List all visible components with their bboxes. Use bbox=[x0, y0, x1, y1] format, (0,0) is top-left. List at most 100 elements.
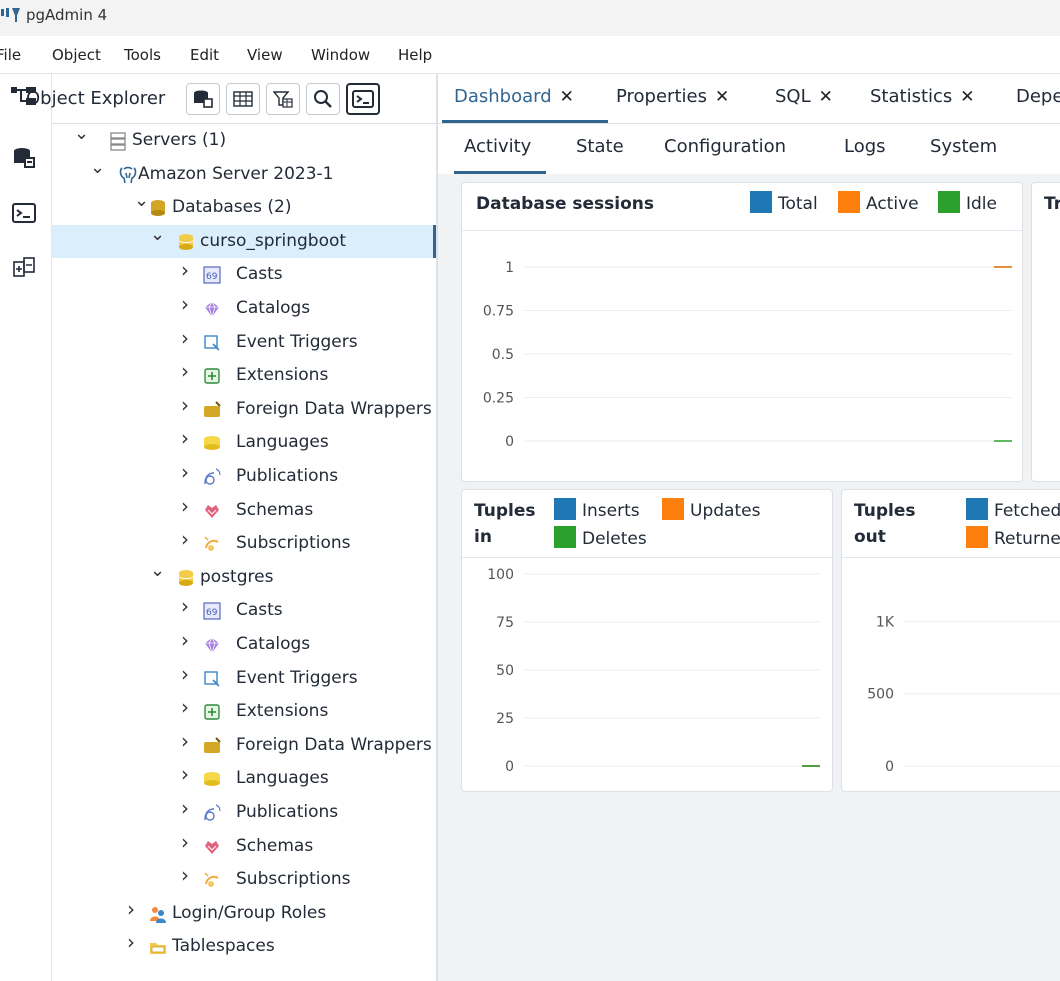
schema-diff-rail-button[interactable] bbox=[6, 250, 42, 286]
event-triggers-icon bbox=[202, 333, 222, 353]
menu-help[interactable]: Help bbox=[398, 46, 432, 64]
chevron-right-icon[interactable]: › bbox=[178, 630, 192, 650]
psql-tool-rail-button[interactable] bbox=[6, 195, 42, 231]
legend-returned: Returned bbox=[966, 526, 1060, 552]
tree-node-label: Catalogs bbox=[236, 298, 311, 318]
login-roles-icon bbox=[148, 904, 168, 924]
chevron-down-icon[interactable]: ⌄ bbox=[134, 192, 149, 210]
tree-node-publications[interactable]: › Publications bbox=[52, 796, 436, 829]
tree-node-label: Foreign Data Wrappers bbox=[236, 398, 432, 419]
title-bar: pgAdmin 4 bbox=[0, 0, 1060, 36]
tree-node-extensions[interactable]: › Extensions bbox=[52, 695, 436, 728]
menu-edit[interactable]: Edit bbox=[190, 46, 219, 64]
tree-node-login-group-roles[interactable]: › Login/Group Roles bbox=[52, 897, 436, 930]
y-tick-label: 1K bbox=[876, 614, 895, 630]
y-tick-label: 0 bbox=[505, 434, 514, 450]
tab-dependencies[interactable]: Dependencies bbox=[1016, 86, 1060, 107]
menu-object[interactable]: Object bbox=[52, 46, 101, 64]
chevron-right-icon[interactable]: › bbox=[178, 496, 192, 516]
query-tool-button[interactable] bbox=[186, 83, 220, 115]
chevron-right-icon[interactable]: › bbox=[178, 664, 192, 684]
legend-swatch bbox=[966, 498, 988, 520]
close-icon[interactable]: ✕ bbox=[715, 87, 729, 107]
chevron-right-icon[interactable]: › bbox=[178, 764, 192, 784]
tree-node-casts[interactable]: › 69 Casts bbox=[52, 594, 436, 627]
tab-sql[interactable]: SQL ✕ bbox=[775, 86, 833, 107]
tab-properties[interactable]: Properties ✕ bbox=[616, 86, 729, 107]
tree-node-publications[interactable]: › Publications bbox=[52, 460, 436, 493]
tree-node-postgres[interactable]: ⌄ postgres bbox=[52, 561, 436, 594]
tab-properties-label: Properties bbox=[616, 86, 707, 107]
active-tab-indicator bbox=[442, 120, 608, 123]
chevron-right-icon[interactable]: › bbox=[178, 260, 192, 280]
tree-node-subscriptions[interactable]: › Subscriptions bbox=[52, 527, 436, 560]
chevron-right-icon[interactable]: › bbox=[124, 899, 138, 919]
chevron-down-icon[interactable]: ⌄ bbox=[74, 125, 89, 143]
chevron-right-icon[interactable]: › bbox=[178, 798, 192, 818]
chevron-right-icon[interactable]: › bbox=[178, 361, 192, 381]
tree-node-amazon-server-2023-1[interactable]: ⌄ Amazon Server 2023-1 bbox=[52, 158, 436, 191]
close-icon[interactable]: ✕ bbox=[560, 87, 574, 107]
legend-label: Total bbox=[778, 194, 818, 214]
legend-fetched: Fetched bbox=[966, 498, 1060, 524]
chevron-down-icon[interactable]: ⌄ bbox=[150, 225, 165, 243]
tab-dashboard[interactable]: Dashboard ✕ bbox=[454, 86, 574, 107]
chevron-right-icon[interactable]: › bbox=[178, 529, 192, 549]
chevron-down-icon[interactable]: ⌄ bbox=[90, 158, 105, 176]
extensions-icon bbox=[202, 702, 222, 722]
chevron-right-icon[interactable]: › bbox=[178, 731, 192, 751]
tree-node-catalogs[interactable]: › Catalogs bbox=[52, 292, 436, 325]
chevron-down-icon[interactable]: ⌄ bbox=[150, 561, 165, 579]
tree-node-servers-1[interactable]: ⌄ Servers (1) bbox=[52, 124, 436, 157]
tree-node-schemas[interactable]: › Schemas bbox=[52, 830, 436, 863]
menu-window[interactable]: Window bbox=[311, 46, 370, 64]
chevron-right-icon[interactable]: › bbox=[178, 832, 192, 852]
subtab-system[interactable]: System bbox=[930, 136, 997, 157]
menu-tools[interactable]: Tools bbox=[124, 46, 161, 64]
chevron-right-icon[interactable]: › bbox=[178, 328, 192, 348]
chevron-right-icon[interactable]: › bbox=[178, 462, 192, 482]
tree-node-catalogs[interactable]: › Catalogs bbox=[52, 628, 436, 661]
tab-statistics[interactable]: Statistics ✕ bbox=[870, 86, 975, 107]
tree-node-foreign-data-wrappers[interactable]: › Foreign Data Wrappers bbox=[52, 729, 436, 762]
tree-node-databases-2[interactable]: ⌄ Databases (2) bbox=[52, 191, 436, 224]
close-icon[interactable]: ✕ bbox=[960, 87, 974, 107]
menu-view[interactable]: View bbox=[247, 46, 283, 64]
chevron-right-icon[interactable]: › bbox=[178, 697, 192, 717]
tree-node-languages[interactable]: › Languages bbox=[52, 426, 436, 459]
tree-node-languages[interactable]: › Languages bbox=[52, 762, 436, 795]
chevron-right-icon[interactable]: › bbox=[178, 294, 192, 314]
filtered-rows-button[interactable] bbox=[266, 83, 300, 115]
chevron-right-icon[interactable]: › bbox=[178, 395, 192, 415]
subtab-configuration[interactable]: Configuration bbox=[664, 136, 786, 157]
close-icon[interactable]: ✕ bbox=[819, 87, 833, 107]
tree-node-curso-springboot[interactable]: ⌄ curso_springboot bbox=[52, 224, 436, 258]
chevron-right-icon[interactable]: › bbox=[178, 596, 192, 616]
subtab-activity[interactable]: Activity bbox=[464, 136, 531, 157]
tree-node-label: Subscriptions bbox=[236, 869, 351, 890]
subtab-state[interactable]: State bbox=[576, 136, 624, 157]
tree-node-casts[interactable]: › 69 Casts bbox=[52, 258, 436, 291]
menu-file[interactable]: File bbox=[0, 46, 21, 64]
tree-node-subscriptions[interactable]: › Subscriptions bbox=[52, 863, 436, 896]
search-objects-button[interactable] bbox=[306, 83, 340, 115]
view-data-button[interactable] bbox=[226, 83, 260, 115]
tree-node-tablespaces[interactable]: › Tablespaces bbox=[52, 930, 436, 963]
tree-node-event-triggers[interactable]: › Event Triggers bbox=[52, 326, 436, 359]
legend-swatch bbox=[838, 191, 860, 213]
chevron-right-icon[interactable]: › bbox=[124, 932, 138, 952]
chevron-right-icon[interactable]: › bbox=[178, 865, 192, 885]
tree-node-extensions[interactable]: › Extensions bbox=[52, 359, 436, 392]
chevron-right-icon[interactable]: › bbox=[178, 428, 192, 448]
tree-node-label: Publications bbox=[236, 802, 339, 822]
left-icon-rail bbox=[0, 74, 52, 981]
legend-updates: Updates bbox=[662, 498, 760, 524]
tree-node-label: Extensions bbox=[236, 365, 329, 386]
tree-node-event-triggers[interactable]: › Event Triggers bbox=[52, 662, 436, 695]
tree-node-schemas[interactable]: › Schemas bbox=[52, 494, 436, 527]
tree-node-foreign-data-wrappers[interactable]: › Foreign Data Wrappers bbox=[52, 393, 436, 426]
psql-tool-button[interactable] bbox=[346, 83, 380, 115]
subtab-logs[interactable]: Logs bbox=[844, 136, 886, 157]
y-tick-label: 0.5 bbox=[492, 347, 514, 363]
query-tool-rail-button[interactable] bbox=[6, 140, 42, 176]
